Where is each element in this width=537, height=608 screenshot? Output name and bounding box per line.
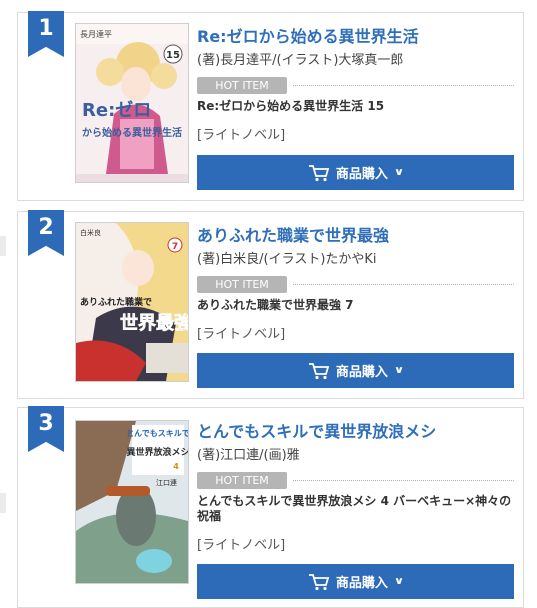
rank-badge: 3	[28, 406, 64, 452]
cover-title-line1: ありふれた職業で	[80, 296, 152, 308]
cart-icon	[308, 573, 330, 590]
rank-badge: 1	[28, 11, 64, 57]
book-cover-image[interactable]: とんでもスキルで 異世界放浪メシ 4 江口連	[75, 420, 189, 584]
author-credits: (著)江口連/(画)雅	[197, 448, 300, 463]
genre-label: [ライトノベル]	[197, 327, 286, 342]
genre-label: [ライトノベル]	[197, 538, 286, 553]
ranking-card-2: 2 7 白米良 ありふれた職業で 世界最強 ありふれた職業で世界最強 (著)白米…	[17, 210, 524, 399]
cover-title-line2: から始める異世界生活	[82, 126, 182, 139]
ranking-card-3: 3 とんでもスキルで 異世界放浪メシ 4 江口連 とんでもスキルで異世界放浪メシ…	[17, 406, 524, 608]
hot-item-row: HOT ITEM	[197, 77, 514, 94]
author-credits: (著)白米良/(イラスト)たかやKi	[197, 252, 377, 267]
chevron-down-icon: ∨	[393, 576, 405, 587]
chevron-down-icon: ∨	[393, 167, 405, 178]
cart-icon	[308, 362, 330, 379]
buy-button[interactable]: 商品購入 ∨	[197, 155, 514, 190]
cover-title-line2: 異世界放浪メシ	[126, 446, 188, 458]
dotted-divider	[293, 284, 514, 285]
book-title-link[interactable]: Re:ゼロから始める異世界生活	[197, 23, 419, 47]
buy-button-label: 商品購入	[335, 365, 388, 380]
cover-author: 白米良	[80, 228, 101, 237]
book-title-link[interactable]: とんでもスキルで異世界放浪メシ	[197, 418, 436, 442]
buy-button-label: 商品購入	[335, 576, 388, 591]
dotted-divider	[293, 480, 514, 481]
cover-title-line2: 世界最強	[120, 312, 188, 334]
cover-volume-number: 4	[173, 462, 179, 471]
cover-volume-number: 15	[166, 50, 180, 61]
hot-item-badge: HOT ITEM	[197, 276, 287, 293]
hot-item-badge: HOT ITEM	[197, 472, 287, 489]
rank-badge: 2	[28, 210, 64, 256]
item-name-link[interactable]: ありふれた職業で世界最強 7	[197, 298, 512, 313]
book-title-link[interactable]: ありふれた職業で世界最強	[197, 222, 389, 246]
side-mark	[0, 493, 6, 513]
hot-item-badge: HOT ITEM	[197, 77, 287, 94]
cover-author: 江口連	[156, 478, 177, 487]
ranking-card-1: 1 15 長月達平 Re:ゼロ から始める異世界生活 Re:ゼロから始める異世界…	[17, 11, 524, 201]
item-name-link[interactable]: とんでもスキルで異世界放浪メシ 4 バーベキュー×神々の祝福	[197, 494, 512, 524]
item-name-link[interactable]: Re:ゼロから始める異世界生活 15	[197, 99, 512, 114]
chevron-down-icon: ∨	[393, 365, 405, 376]
book-cover-image[interactable]: 15 長月達平 Re:ゼロ から始める異世界生活	[75, 23, 189, 183]
cover-author: 長月達平	[80, 29, 112, 39]
book-cover-image[interactable]: 7 白米良 ありふれた職業で 世界最強	[75, 222, 189, 382]
cover-title-line1: Re:ゼロ	[82, 99, 151, 121]
side-mark	[0, 236, 6, 256]
dotted-divider	[293, 85, 514, 86]
buy-button[interactable]: 商品購入 ∨	[197, 564, 514, 599]
hot-item-row: HOT ITEM	[197, 276, 514, 293]
genre-label: [ライトノベル]	[197, 128, 286, 143]
author-credits: (著)長月達平/(イラスト)大塚真一郎	[197, 53, 404, 68]
hot-item-row: HOT ITEM	[197, 472, 514, 489]
cover-title-line1: とんでもスキルで	[126, 429, 188, 438]
buy-button[interactable]: 商品購入 ∨	[197, 353, 514, 388]
buy-button-label: 商品購入	[335, 167, 388, 182]
cover-volume-number: 7	[172, 242, 178, 252]
cart-icon	[308, 164, 330, 181]
